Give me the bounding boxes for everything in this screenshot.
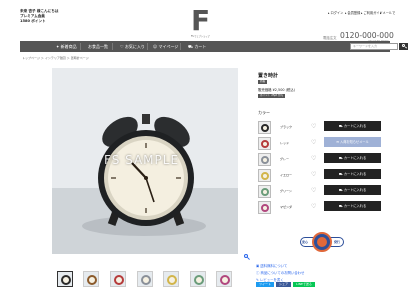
favorite-heart-icon[interactable]: ♡ — [311, 202, 316, 211]
new-badge: 新着 — [258, 80, 268, 84]
search-input[interactable]: キーワードを入力 — [350, 43, 398, 50]
shipping-info-link[interactable]: ▣ 送料無料について — [256, 263, 287, 268]
favorite-heart-icon[interactable]: ♡ — [311, 122, 316, 131]
product-price: 販売価格 ¥2,500 (税込) — [258, 88, 296, 92]
nav-cart[interactable]: ⛟ カート — [188, 41, 206, 52]
color-row-green: グリーン ♡ ⛟ カートに入れる — [258, 185, 382, 201]
thumbnail-7[interactable] — [216, 271, 232, 287]
thumbnail-4[interactable] — [137, 271, 153, 287]
color-name: グリーン — [280, 189, 292, 193]
color-swatch-yellow[interactable] — [258, 169, 271, 182]
point-badge: ポイント 25pt 付与 — [258, 94, 286, 98]
color-name: イエロー — [280, 173, 292, 177]
add-to-cart-button[interactable]: ⛟ カートに入れる — [324, 201, 381, 211]
color-name: レッド — [280, 141, 290, 145]
logo-caption: FS ウェブショップ — [191, 35, 210, 38]
color-swatch-black[interactable] — [258, 121, 271, 134]
logo[interactable]: F FS ウェブショップ — [191, 4, 218, 39]
color-swatch-magenta[interactable] — [258, 201, 271, 214]
phone-label: 電話注文 — [323, 36, 337, 40]
color-name: グレー — [280, 157, 290, 161]
thumbnail-1[interactable] — [57, 271, 73, 287]
color-swatch-red[interactable] — [258, 137, 271, 150]
add-to-cart-button[interactable]: ⛟ カートに入れる — [324, 121, 381, 131]
tweet-button[interactable]: ツイート — [256, 282, 274, 287]
zoom-icon[interactable] — [244, 254, 250, 260]
color-row-gray: グレー ♡ ⛟ カートに入れる — [258, 153, 382, 169]
restock-notify-button[interactable]: ✉ 入荷お知らせメール — [324, 137, 381, 147]
trust-badge-left: 安心 — [302, 240, 309, 244]
color-row-black: ブラック ♡ ⛟ カートに入れる — [258, 121, 382, 137]
nav-products[interactable]: お食品一覧 — [88, 41, 108, 52]
nav-mypage[interactable]: ☺ マイページ — [153, 41, 178, 52]
line-share-button[interactable]: LINEで送る — [293, 282, 315, 287]
sample-watermark: FS SAMPLE — [104, 153, 180, 167]
top-link-mail[interactable]: メールで — [380, 10, 396, 15]
user-greeting-points: 1580 ポイント — [20, 19, 46, 23]
thumbnail-2[interactable] — [83, 271, 99, 287]
favorite-heart-icon[interactable]: ♡ — [311, 154, 316, 163]
color-label: カラー — [258, 110, 270, 115]
nav-new-items[interactable]: ✦ 新着商品 — [56, 41, 77, 52]
user-greeting: 未来 杏子 様こんにちは プレミアム会員 1580 ポイント — [20, 9, 58, 24]
color-row-red: レッド ♡ ✉ 入荷お知らせメール — [258, 137, 382, 153]
color-row-magenta: マゼンダ ♡ ⛟ カートに入れる — [258, 201, 382, 217]
trust-badge[interactable]: 安心 発行 — [299, 231, 345, 253]
thumbnail-5[interactable] — [163, 271, 179, 287]
color-name: マゼンダ — [280, 205, 293, 209]
nav-favorites[interactable]: ♡ お気に入り — [120, 41, 145, 52]
add-to-cart-button[interactable]: ⛟ カートに入れる — [324, 153, 381, 163]
color-name: ブラック — [280, 125, 293, 129]
favorite-heart-icon[interactable]: ♡ — [311, 138, 316, 147]
product-title: 置き時計 — [258, 73, 279, 79]
color-swatch-green[interactable] — [258, 185, 271, 198]
global-nav: ✦ 新着商品 お食品一覧 ♡ お気に入り ☺ マイページ ⛟ カート キーワード… — [20, 41, 408, 52]
add-to-cart-button[interactable]: ⛟ カートに入れる — [324, 185, 381, 195]
logo-mark: F — [191, 4, 211, 37]
thumbnail-3[interactable] — [110, 271, 126, 287]
trust-badge-right: 発行 — [334, 240, 341, 244]
favorite-heart-icon[interactable]: ♡ — [311, 186, 316, 195]
color-row-yellow: イエロー ♡ ⛟ カートに入れる — [258, 169, 382, 185]
color-swatch-gray[interactable] — [258, 153, 271, 166]
favorite-heart-icon[interactable]: ♡ — [311, 170, 316, 179]
search-button[interactable] — [399, 43, 408, 50]
add-to-cart-button[interactable]: ⛟ カートに入れる — [324, 169, 381, 179]
facebook-share-button[interactable]: シェア — [276, 282, 291, 287]
top-link-login[interactable]: ログイン — [328, 10, 344, 15]
thumbnail-6[interactable] — [190, 271, 206, 287]
product-inquiry-link[interactable]: ⓘ 商品についてのお問い合わせ — [256, 270, 304, 275]
product-main-image[interactable]: FS SAMPLE — [52, 68, 238, 254]
breadcrumb[interactable]: トップページ ＞ インテリア雑貨 ＞ 置時計ページ — [22, 56, 89, 60]
top-link-register[interactable]: 会員登録 — [345, 10, 361, 15]
